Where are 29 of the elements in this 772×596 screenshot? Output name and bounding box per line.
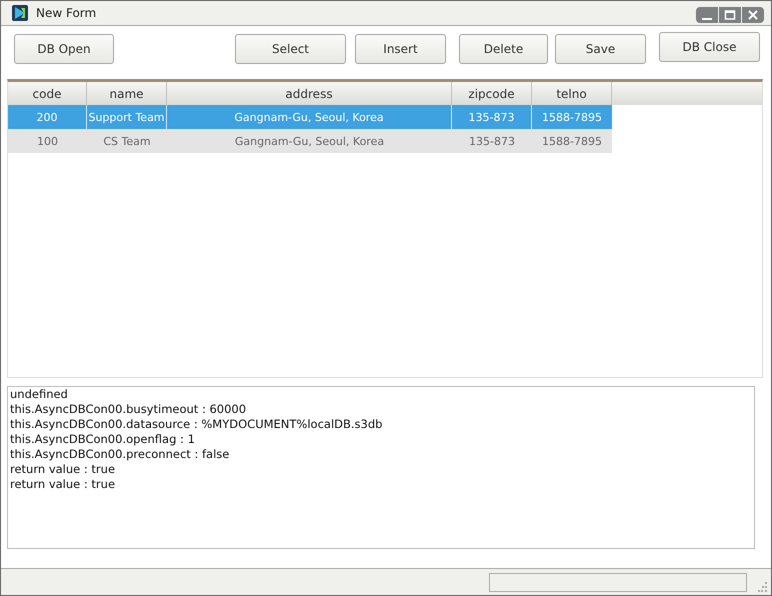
table-cell-text: 1588-7895 xyxy=(541,110,603,126)
app-icon xyxy=(12,5,28,21)
table-cell-text: 1588-7895 xyxy=(541,134,603,150)
window-title: New Form xyxy=(36,6,98,20)
toolbar-button[interactable]: DB Close xyxy=(659,32,760,62)
resize-grip-icon[interactable] xyxy=(757,582,767,592)
table-row[interactable]: 100 CS Team Gangnam-Gu, Seoul, Korea 135-873 1588-7895 xyxy=(8,129,612,153)
table-cell-text: Gangnam-Gu, Seoul, Korea xyxy=(234,134,386,150)
log-line: this.AsyncDBCon00.busytimeout : 60000 xyxy=(10,402,248,417)
table-cell-text: CS Team xyxy=(102,134,152,150)
toolbar-button[interactable]: DB Open xyxy=(14,34,114,64)
toolbar-button[interactable]: Save xyxy=(555,34,646,64)
table-cell-text: 100 xyxy=(36,134,59,150)
log-line: this.AsyncDBCon00.datasource : %MYDOCUMENT%localDB.s3db xyxy=(10,417,384,432)
log-line: undefined xyxy=(10,387,69,402)
log-line: this.AsyncDBCon00.preconnect : false xyxy=(10,447,230,462)
minimize-icon xyxy=(702,18,712,20)
toolbar-button[interactable]: Insert xyxy=(355,34,446,64)
table-cell-text: 135-873 xyxy=(468,134,516,150)
toolbar-button[interactable]: Delete xyxy=(459,34,548,64)
toolbar-button[interactable]: Select xyxy=(235,34,346,64)
maximize-icon xyxy=(724,9,736,21)
close-icon xyxy=(747,9,759,21)
maximize-button[interactable] xyxy=(719,7,741,23)
close-button[interactable] xyxy=(742,7,764,23)
log-line: this.AsyncDBCon00.openflag : 1 xyxy=(10,432,196,447)
minimize-button[interactable] xyxy=(696,7,718,23)
log-line: return value : true xyxy=(10,477,116,492)
log-line: return value : true xyxy=(10,462,116,477)
